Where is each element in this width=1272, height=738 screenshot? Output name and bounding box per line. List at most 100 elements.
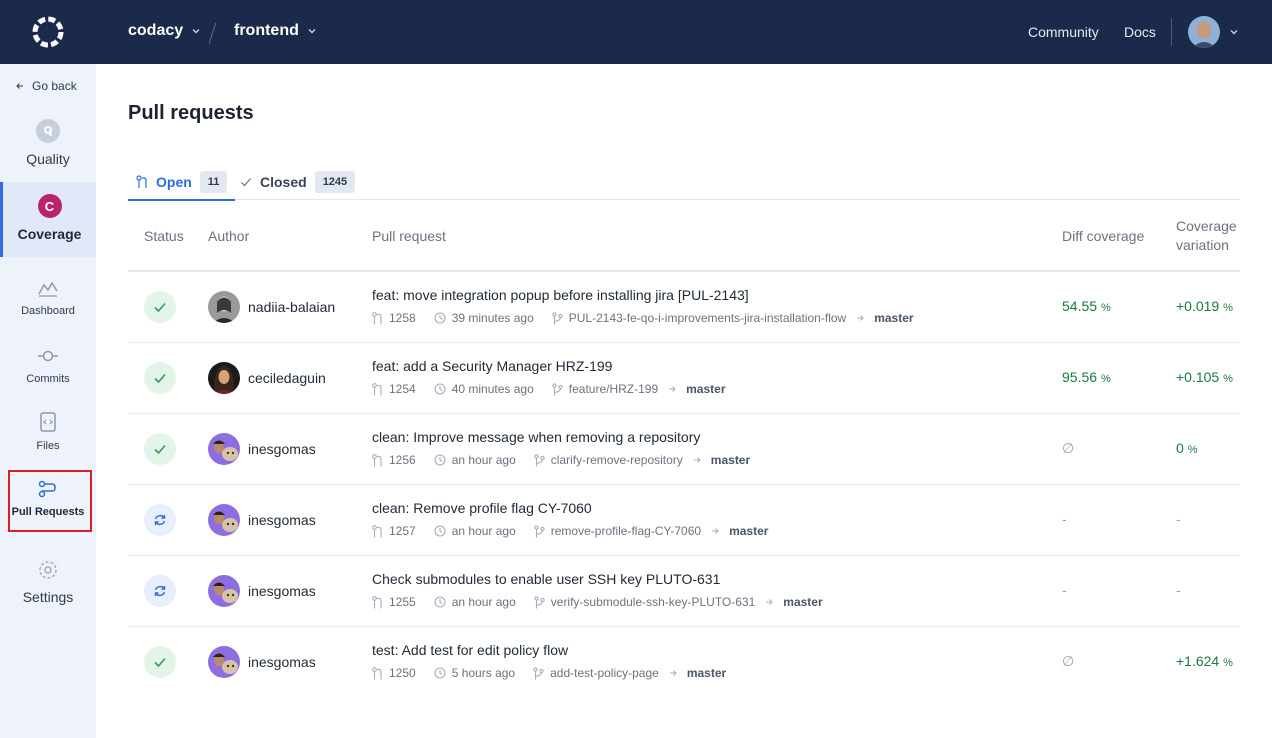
sidebar-item-settings[interactable]: Settings [0, 559, 96, 605]
author-name: inesgomas [248, 583, 316, 599]
status-indicator [144, 646, 176, 678]
check-icon [154, 302, 166, 313]
coverage-variation-value: - [1176, 511, 1181, 527]
branch-icon [552, 382, 563, 395]
arrow-right-icon [669, 386, 676, 392]
diff-coverage-value: 54.55 % [1062, 298, 1111, 314]
coverage-variation-number: +0.105 [1176, 369, 1220, 385]
pr-title-link[interactable]: test: Add test for edit policy flow [372, 642, 568, 658]
pr-number: 1257 [389, 524, 416, 538]
header-coverage-variation[interactable]: Coverage [1176, 218, 1237, 234]
table-row[interactable]: nadiia-balaian feat: move integration pop… [128, 272, 1240, 343]
header-diff-coverage[interactable]: Diff coverage [1062, 228, 1144, 244]
chevron-down-icon [308, 29, 316, 34]
docs-link[interactable]: Docs [1124, 24, 1156, 40]
status-indicator [144, 504, 176, 536]
clock-icon [434, 596, 446, 608]
diff-coverage-number: 54.55 [1062, 298, 1098, 314]
pr-tabs: Open 11 Closed 1245 [128, 164, 1240, 201]
author-avatar [208, 646, 240, 678]
diff-coverage-number: ∅ [1062, 653, 1075, 669]
sidebar: Go back Quality C Coverage Dashboard Com… [0, 64, 96, 738]
pull-request-icon [372, 595, 382, 608]
sidebar-item-quality[interactable]: Quality [0, 119, 96, 167]
pr-title-link[interactable]: feat: add a Security Manager HRZ-199 [372, 358, 612, 374]
check-icon [241, 178, 251, 187]
table-row[interactable]: ceciledaguin feat: add a Security Manager… [128, 343, 1240, 414]
arrow-right-icon [669, 670, 677, 676]
header-author[interactable]: Author [208, 228, 249, 244]
table-row[interactable]: inesgomas test: Add test for edit policy … [128, 627, 1240, 698]
pr-title-link[interactable]: clean: Remove profile flag CY-7060 [372, 500, 592, 516]
pr-number: 1250 [389, 666, 416, 680]
header-pull-request[interactable]: Pull request [372, 228, 446, 244]
branch-icon [552, 311, 563, 324]
community-link[interactable]: Community [1028, 24, 1099, 40]
commit-icon [38, 350, 58, 362]
clock-icon [434, 312, 446, 324]
pull-request-icon [372, 666, 382, 679]
diff-coverage-value: ∅ [1062, 440, 1074, 457]
sidebar-item-files[interactable]: Files [0, 412, 96, 452]
status-indicator [144, 575, 176, 607]
sidebar-item-dashboard[interactable]: Dashboard [0, 279, 96, 317]
sidebar-item-label: Settings [22, 589, 74, 605]
pr-title-link[interactable]: clean: Improve message when removing a r… [372, 429, 700, 445]
sidebar-item-coverage[interactable]: C Coverage [0, 182, 96, 257]
codacy-logo-icon[interactable] [30, 14, 66, 50]
pr-title-link[interactable]: Check submodules to enable user SSH key … [372, 571, 720, 587]
tab-closed-label: Closed [260, 174, 307, 190]
status-indicator [144, 433, 176, 465]
go-back-link[interactable]: Go back [16, 79, 77, 93]
table-row[interactable]: inesgomas clean: Remove profile flag CY-7… [128, 485, 1240, 556]
user-avatar[interactable] [1188, 16, 1220, 48]
diff-coverage-number: - [1062, 511, 1067, 527]
file-icon [40, 412, 56, 432]
divider [1171, 18, 1172, 46]
author-avatar [208, 433, 240, 465]
pr-meta: 1255 an hour ago verify-submodule-ssh-key-… [372, 595, 823, 609]
breadcrumb-separator [208, 22, 217, 44]
chevron-down-icon [192, 29, 200, 34]
arrow-right-icon [712, 528, 719, 534]
tab-open-count: 11 [199, 170, 228, 193]
pr-title-link[interactable]: feat: move integration popup before inst… [372, 287, 749, 303]
author-avatar [208, 575, 240, 607]
pr-branch: add-test-policy-page [550, 666, 659, 680]
branch-icon [534, 524, 545, 537]
org-selector[interactable]: codacy [128, 22, 201, 40]
diff-coverage-value: ∅ [1062, 653, 1074, 670]
header-status[interactable]: Status [144, 228, 184, 244]
coverage-variation-value: +0.019 % [1176, 298, 1233, 314]
pr-number: 1258 [389, 311, 416, 325]
refresh-icon [154, 514, 166, 526]
pr-number: 1254 [389, 382, 416, 396]
check-icon [154, 444, 166, 455]
repo-selector[interactable]: frontend [234, 22, 317, 40]
coverage-variation-unit: % [1223, 373, 1233, 385]
author-name: inesgomas [248, 654, 316, 670]
chevron-down-icon[interactable] [1229, 27, 1239, 37]
tab-open[interactable]: Open 11 [128, 164, 236, 201]
pull-request-icon [136, 174, 147, 188]
table-row[interactable]: inesgomas clean: Improve message when rem… [128, 414, 1240, 485]
diff-coverage-value: 95.56 % [1062, 369, 1111, 385]
tab-closed[interactable]: Closed 1245 [240, 164, 356, 200]
pull-request-list: nadiia-balaian feat: move integration pop… [128, 272, 1240, 698]
table-row[interactable]: inesgomas Check submodules to enable user… [128, 556, 1240, 627]
pr-target-branch: master [783, 595, 823, 609]
coverage-variation-value: +0.105 % [1176, 369, 1233, 385]
table-header: Status Author Pull request Diff coverage… [128, 200, 1240, 272]
sidebar-item-commits[interactable]: Commits [0, 347, 96, 385]
tab-open-label: Open [156, 173, 192, 190]
author-avatar [208, 362, 240, 394]
gear-icon [39, 561, 57, 579]
pr-time: 5 hours ago [451, 666, 516, 680]
diff-coverage-number: 95.56 [1062, 369, 1098, 385]
coverage-variation-value: +1.624 % [1176, 653, 1233, 669]
sidebar-item-label: Quality [26, 151, 70, 167]
coverage-variation-value: - [1176, 582, 1181, 598]
coverage-variation-value: 0 % [1176, 440, 1197, 456]
diff-coverage-unit: % [1100, 302, 1111, 314]
page-title: Pull requests [128, 102, 254, 124]
